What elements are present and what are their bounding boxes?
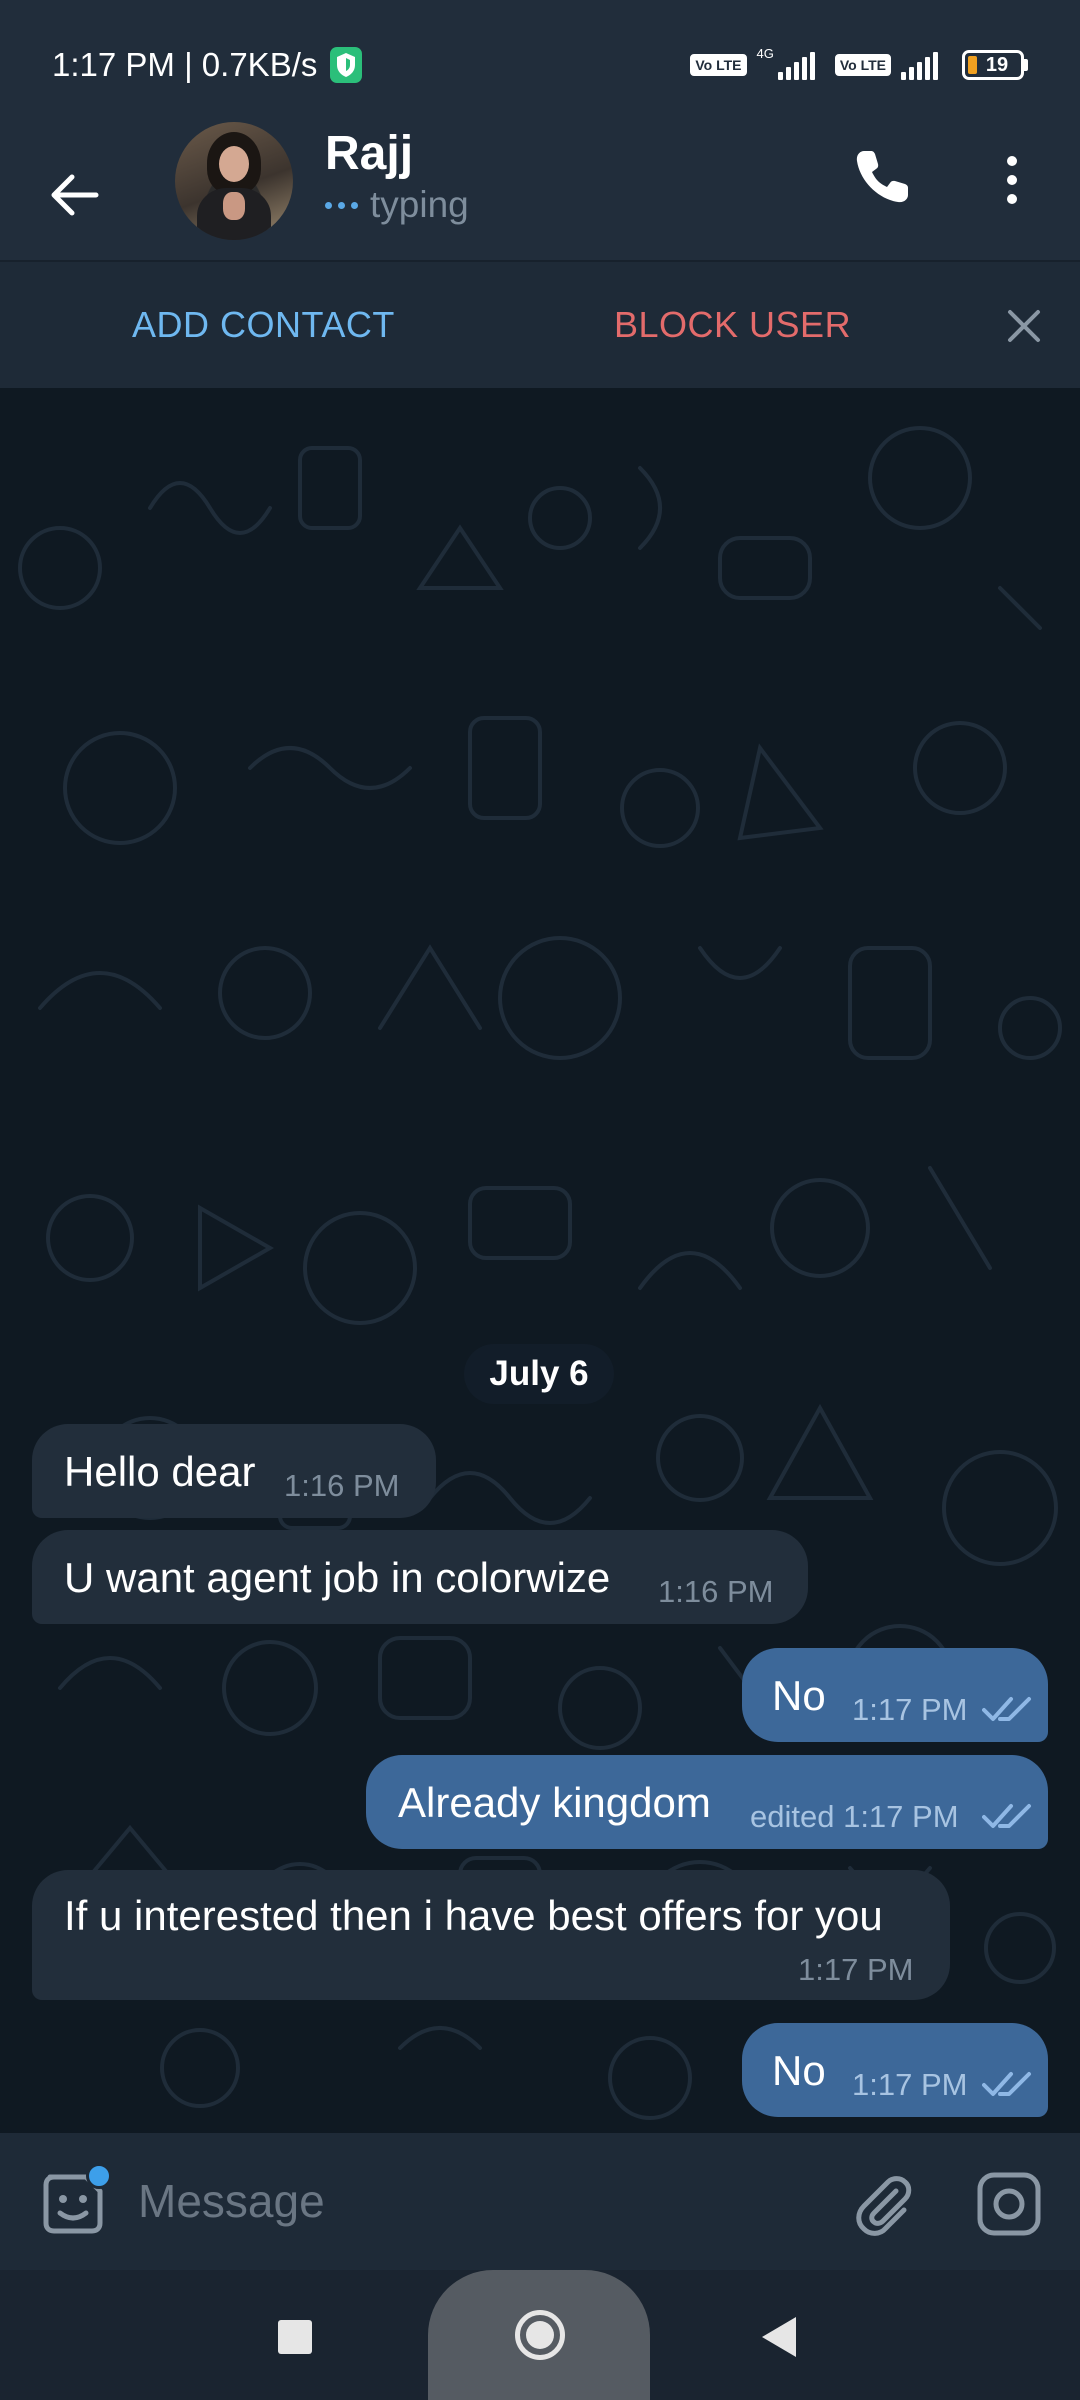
chat-header <box>0 130 1080 260</box>
message-text: U want agent job in colorwize <box>64 1554 611 1601</box>
message-bubble-incoming[interactable]: U want agent job in colorwize 1:16 PM <box>32 1530 808 1624</box>
double-check-icon <box>982 1804 1031 1828</box>
contact-name: Rajj <box>325 127 414 180</box>
chat-area[interactable]: July 6 Hello dear 1:16 PM U want agent j… <box>0 388 1080 2133</box>
more-menu-button[interactable] <box>990 145 1034 215</box>
battery-icon: 19 <box>962 50 1028 80</box>
status-right: Vo LTE 4G Vo LTE 19 <box>690 46 1028 80</box>
status-bar: 1:17 PM | 0.7KB/s Vo LTE 4G Vo LTE 19 <box>0 0 1080 130</box>
close-action-bar-button[interactable] <box>1000 302 1048 350</box>
paperclip-icon <box>856 2176 912 2236</box>
status-text: typing <box>370 184 469 225</box>
block-user-button[interactable]: BLOCK USER <box>614 304 851 346</box>
signal-icon-1 <box>777 50 815 80</box>
camera-button[interactable] <box>974 2169 1044 2239</box>
arrow-left-icon <box>51 174 99 216</box>
message-composer <box>0 2133 1080 2270</box>
message-bubble-outgoing[interactable]: Already kingdom edited 1:17 PM <box>366 1755 1048 1849</box>
message-time: 1:17 PM <box>798 1952 914 1987</box>
message-text: No <box>772 2047 826 2094</box>
message-time: 1:16 PM <box>658 1574 774 1609</box>
message-text: Hello dear <box>64 1448 256 1495</box>
network-type: 4G <box>756 45 774 61</box>
add-contact-button[interactable]: ADD CONTACT <box>132 304 395 346</box>
double-check-icon <box>982 1697 1031 1721</box>
contact-action-bar: ADD CONTACT BLOCK USER <box>0 260 1080 388</box>
double-check-icon <box>982 2072 1031 2096</box>
message-time: edited 1:17 PM <box>750 1799 959 1834</box>
status-time-speed: 1:17 PM | 0.7KB/s <box>52 46 318 83</box>
message-text: If u interested then i have best offers … <box>64 1892 883 1939</box>
message-time: 1:16 PM <box>284 1468 400 1503</box>
vpn-shield-icon <box>330 47 363 83</box>
typing-status: typing <box>325 183 469 227</box>
message-time: 1:17 PM <box>852 1692 968 1727</box>
notification-dot <box>86 2163 112 2189</box>
message-text: No <box>772 1672 826 1719</box>
close-icon <box>1008 310 1040 342</box>
date-separator: July 6 <box>464 1344 614 1404</box>
recent-apps-button[interactable] <box>278 2320 312 2354</box>
chat-title[interactable]: Rajj typing <box>325 125 469 227</box>
message-time: 1:17 PM <box>852 2067 968 2102</box>
attach-button[interactable] <box>848 2169 918 2239</box>
back-button[interactable] <box>40 160 110 230</box>
battery-level: 19 <box>985 53 1009 76</box>
status-left: 1:17 PM | 0.7KB/s <box>52 46 363 84</box>
signal-icon-2 <box>901 50 938 80</box>
system-back-button[interactable] <box>762 2317 796 2357</box>
message-bubble-outgoing[interactable]: No 1:17 PM <box>742 2023 1048 2117</box>
volte-badge-1: Vo LTE <box>690 54 747 76</box>
message-bubble-outgoing[interactable]: No 1:17 PM <box>742 1648 1048 1742</box>
avatar[interactable] <box>175 122 293 240</box>
home-button[interactable] <box>515 2310 565 2360</box>
camera-icon <box>977 2172 1041 2236</box>
call-button[interactable] <box>850 145 914 209</box>
phone-icon <box>856 151 908 203</box>
typing-dots-icon <box>325 201 358 209</box>
message-bubble-incoming[interactable]: Hello dear 1:16 PM <box>32 1424 436 1518</box>
volte-badge-2: Vo LTE <box>834 54 891 76</box>
message-text: Already kingdom <box>398 1779 711 1826</box>
message-bubble-incoming[interactable]: If u interested then i have best offers … <box>32 1870 950 2000</box>
message-input[interactable] <box>138 2171 818 2231</box>
